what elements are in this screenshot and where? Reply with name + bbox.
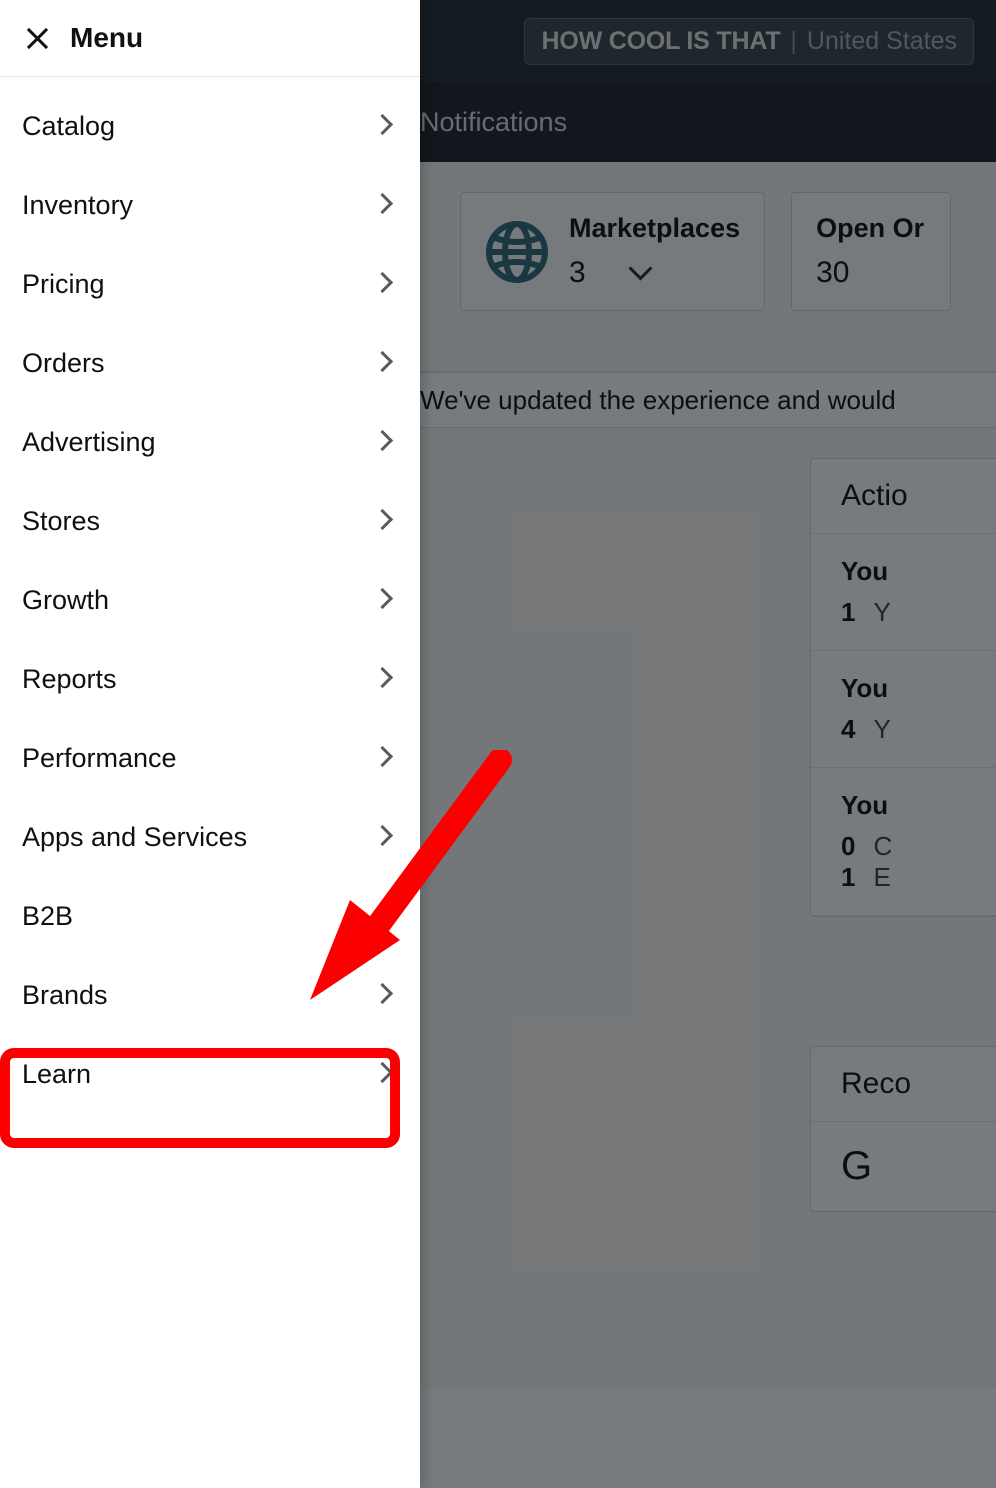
- close-icon: [25, 26, 49, 50]
- seller-name: HOW COOL IS THAT: [541, 27, 780, 56]
- menu-item-label: Learn: [22, 1059, 91, 1090]
- menu-item-performance[interactable]: Performance: [0, 719, 420, 798]
- chevron-right-icon: [375, 670, 390, 690]
- open-orders-title: Open Or: [816, 213, 924, 244]
- menu-item-stores[interactable]: Stores: [0, 482, 420, 561]
- panel-item-text: C: [873, 831, 892, 862]
- menu-item-learn[interactable]: Learn: [0, 1035, 420, 1114]
- open-orders-value: 30: [816, 256, 924, 290]
- drawer-title: Menu: [70, 22, 143, 54]
- chevron-right-icon: [375, 828, 390, 848]
- reco-big-letter: G: [811, 1122, 996, 1211]
- panel-item-text: Y: [873, 714, 890, 745]
- globe-icon: [485, 220, 549, 284]
- chevron-right-icon: [375, 749, 390, 769]
- chevron-down-icon: [632, 260, 649, 286]
- chevron-right-icon: [375, 354, 390, 374]
- panel-item-title: You: [841, 790, 996, 821]
- panel-item-num: 4: [841, 714, 855, 745]
- panel-item-num: 1: [841, 862, 855, 893]
- menu-item-label: Inventory: [22, 190, 133, 221]
- menu-item-label: Pricing: [22, 269, 105, 300]
- actions-panel-header: Actio: [811, 459, 996, 534]
- menu-item-catalog[interactable]: Catalog: [0, 87, 420, 166]
- menu-item-label: B2B: [22, 901, 73, 932]
- menu-list: Catalog Inventory Pricing Orders Adverti…: [0, 77, 420, 1124]
- chevron-right-icon: [375, 907, 390, 927]
- chevron-right-icon: [375, 1065, 390, 1085]
- menu-item-inventory[interactable]: Inventory: [0, 166, 420, 245]
- menu-item-orders[interactable]: Orders: [0, 324, 420, 403]
- menu-item-brands[interactable]: Brands: [0, 956, 420, 1035]
- panel-item[interactable]: You 4 Y: [811, 651, 996, 768]
- marketplaces-value: 3: [569, 256, 586, 290]
- banner-text: We've updated the experience and would: [420, 385, 896, 416]
- menu-item-advertising[interactable]: Advertising: [0, 403, 420, 482]
- panel-item-title: You: [841, 556, 996, 587]
- drawer-header: Menu: [0, 0, 420, 77]
- panel-item-text: E: [873, 862, 890, 893]
- separator: |: [790, 27, 797, 56]
- panel-item-num: 0: [841, 831, 855, 862]
- panel-item-num: 1: [841, 597, 855, 628]
- reco-panel: Reco G: [810, 1046, 996, 1212]
- menu-item-label: Orders: [22, 348, 105, 379]
- reco-panel-header: Reco: [811, 1047, 996, 1122]
- menu-item-label: Apps and Services: [22, 822, 247, 853]
- marketplaces-card[interactable]: Marketplaces 3: [460, 192, 765, 311]
- main-menu-drawer: Menu Catalog Inventory Pricing Orders Ad…: [0, 0, 420, 1488]
- marketplaces-title: Marketplaces: [569, 213, 740, 244]
- menu-item-label: Growth: [22, 585, 109, 616]
- actions-panel: Actio You 1 Y You 4 Y You 0 C: [810, 458, 996, 917]
- chevron-right-icon: [375, 275, 390, 295]
- chevron-right-icon: [375, 196, 390, 216]
- menu-item-label: Performance: [22, 743, 177, 774]
- chevron-right-icon: [375, 986, 390, 1006]
- chevron-right-icon: [375, 512, 390, 532]
- seller-region: United States: [807, 27, 957, 56]
- menu-item-label: Advertising: [22, 427, 156, 458]
- open-orders-card[interactable]: Open Or 30: [791, 192, 951, 311]
- panel-item[interactable]: You 1 Y: [811, 534, 996, 651]
- menu-item-label: Catalog: [22, 111, 115, 142]
- chevron-right-icon: [375, 591, 390, 611]
- menu-item-label: Reports: [22, 664, 117, 695]
- notifications-tab[interactable]: Notifications: [420, 107, 567, 138]
- menu-item-growth[interactable]: Growth: [0, 561, 420, 640]
- menu-item-label: Brands: [22, 980, 108, 1011]
- panel-item-title: You: [841, 673, 996, 704]
- menu-item-pricing[interactable]: Pricing: [0, 245, 420, 324]
- close-menu-button[interactable]: [22, 23, 52, 53]
- menu-item-reports[interactable]: Reports: [0, 640, 420, 719]
- menu-item-apps-and-services[interactable]: Apps and Services: [0, 798, 420, 877]
- menu-item-b2b[interactable]: B2B: [0, 877, 420, 956]
- seller-switcher[interactable]: HOW COOL IS THAT | United States: [524, 18, 974, 65]
- chevron-right-icon: [375, 433, 390, 453]
- panel-item[interactable]: You 0 C 1 E: [811, 768, 996, 916]
- menu-item-label: Stores: [22, 506, 100, 537]
- chevron-right-icon: [375, 117, 390, 137]
- panel-item-text: Y: [873, 597, 890, 628]
